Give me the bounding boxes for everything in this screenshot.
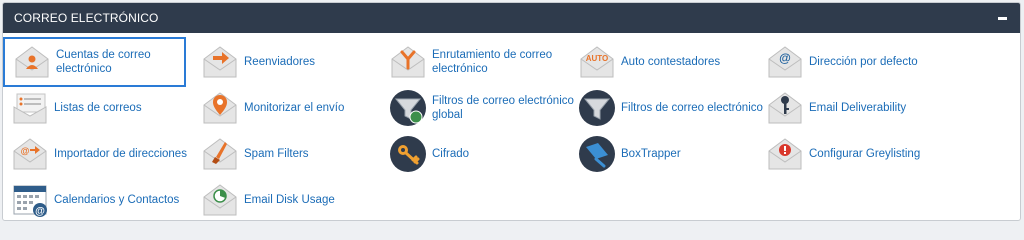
svg-text:@: @ <box>35 206 45 217</box>
section-title: CORREO ELECTRÓNICO <box>14 11 159 25</box>
email-disk-usage-link[interactable]: Email Disk Usage <box>201 177 381 220</box>
autoresponders-label: Auto contestadores <box>621 56 721 68</box>
default-address-link[interactable]: @ Dirección por defecto <box>766 39 1006 85</box>
encryption-key-icon <box>390 136 426 172</box>
boxtrapper-label: BoxTrapper <box>621 148 681 160</box>
autoresponders-link[interactable]: AUTO Auto contestadores <box>578 39 758 85</box>
forwarders-label: Reenviadores <box>244 56 315 68</box>
track-delivery-link[interactable]: Monitorizar el envío <box>201 85 381 131</box>
boxtrapper-icon <box>579 136 615 172</box>
mailing-lists-link[interactable]: Listas de correos <box>11 85 186 131</box>
default-address-label: Dirección por defecto <box>809 56 918 68</box>
forwarders-link[interactable]: Reenviadores <box>201 39 381 85</box>
email-deliverability-icon <box>768 92 802 124</box>
email-deliverability-label: Email Deliverability <box>809 102 907 114</box>
email-disk-usage-icon <box>203 184 237 216</box>
greylisting-label: Configurar Greylisting <box>809 148 921 160</box>
calendars-contacts-link[interactable]: @ Calendarios y Contactos <box>11 177 191 220</box>
encryption-label: Cifrado <box>432 148 470 160</box>
calendars-contacts-icon: @ <box>13 185 47 217</box>
email-routing-label: Enrutamiento de correo electrónico <box>432 49 553 75</box>
global-filters-icon <box>390 90 426 126</box>
email-filters-label: Filtros de correo electrónico <box>621 102 763 114</box>
email-accounts-link[interactable]: Cuentas de correo electrónico <box>3 37 186 87</box>
encryption-link[interactable]: Cifrado <box>389 131 574 177</box>
track-delivery-label: Monitorizar el envío <box>244 102 345 114</box>
email-accounts-label: Cuentas de correo electrónico <box>56 49 151 75</box>
email-deliverability-link[interactable]: Email Deliverability <box>766 85 1006 131</box>
autoresponders-icon: AUTO <box>580 46 614 78</box>
email-routing-icon <box>391 46 425 78</box>
svg-text:@: @ <box>779 51 791 65</box>
global-filters-link[interactable]: Filtros de correo electrónico global <box>389 85 574 131</box>
calendars-contacts-label: Calendarios y Contactos <box>54 194 180 206</box>
email-disk-usage-label: Email Disk Usage <box>244 194 335 206</box>
email-accounts-icon <box>15 46 49 78</box>
email-filters-icon <box>579 90 615 126</box>
svg-text:AUTO: AUTO <box>586 54 609 63</box>
section-header[interactable]: CORREO ELECTRÓNICO <box>3 3 1020 33</box>
greylisting-icon <box>768 138 802 170</box>
address-importer-link[interactable]: @ Importador de direcciones <box>11 131 191 177</box>
mailing-lists-label: Listas de correos <box>54 102 142 114</box>
forwarders-icon <box>203 46 237 78</box>
email-filters-link[interactable]: Filtros de correo electrónico <box>578 85 763 131</box>
minus-icon[interactable] <box>996 12 1008 24</box>
track-delivery-icon <box>203 92 237 124</box>
address-importer-label: Importador de direcciones <box>54 148 187 160</box>
spam-filters-link[interactable]: Spam Filters <box>201 131 381 177</box>
email-section-panel: CORREO ELECTRÓNICO Cuentas de correo ele… <box>2 2 1021 221</box>
default-address-icon: @ <box>768 46 802 78</box>
svg-text:@: @ <box>21 146 30 156</box>
address-importer-icon: @ <box>13 138 47 170</box>
global-filters-label: Filtros de correo electrónico global <box>432 95 574 121</box>
email-routing-link[interactable]: Enrutamiento de correo electrónico <box>389 39 574 85</box>
greylisting-link[interactable]: Configurar Greylisting <box>766 131 1006 177</box>
boxtrapper-link[interactable]: BoxTrapper <box>578 131 758 177</box>
spam-filters-icon <box>203 138 237 170</box>
spam-filters-label: Spam Filters <box>244 148 309 160</box>
mailing-lists-icon <box>13 93 47 124</box>
